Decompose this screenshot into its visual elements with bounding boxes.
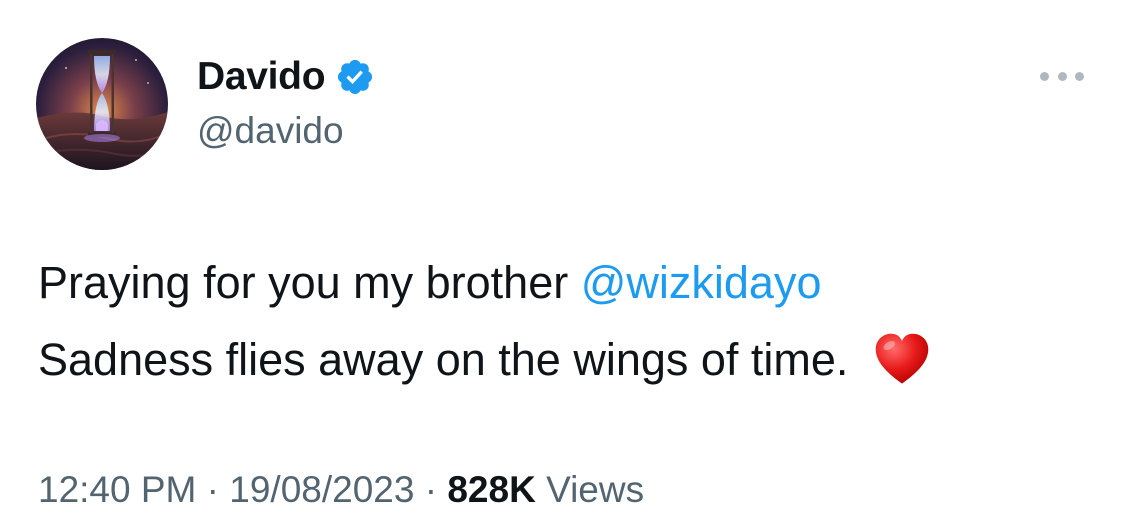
mention-link[interactable]: @wizkidayo [581,257,822,308]
views-label: Views [535,469,645,510]
tweet-time[interactable]: 12:40 PM [38,469,196,510]
tweet-line-1: Praying for you my brother @wizkidayo [38,244,1098,321]
tweet-text-part: Praying for you my brother [38,257,581,308]
tweet-text: Praying for you my brother @wizkidayo Sa… [38,244,1098,398]
tweet-line-2: Sadness flies away on the wings of time. [38,321,1098,398]
more-dot [1057,71,1067,81]
avatar[interactable] [36,38,168,170]
views-count[interactable]: 828K [447,469,535,510]
tweet-meta: 12:40 PM · 19/08/2023 · 828K Views [38,466,644,514]
more-options-icon[interactable] [1040,62,1084,90]
tweet-text-part: Sadness flies away on the wings of time. [38,334,861,385]
author-display-name[interactable]: Davido [197,52,326,102]
author-name-row[interactable]: Davido [197,52,375,102]
verified-badge-icon [335,57,375,97]
tweet-date[interactable]: 19/08/2023 [229,469,414,510]
meta-separator: · [414,469,448,510]
avatar-hourglass-image [36,38,168,170]
more-dot [1075,71,1084,81]
meta-separator: · [196,469,230,510]
red-heart-emoji-icon [873,331,931,389]
author-handle[interactable]: @davido [197,108,344,154]
more-dot [1040,71,1049,81]
tweet-card: Davido @davido Praying for you my brothe… [0,0,1125,522]
